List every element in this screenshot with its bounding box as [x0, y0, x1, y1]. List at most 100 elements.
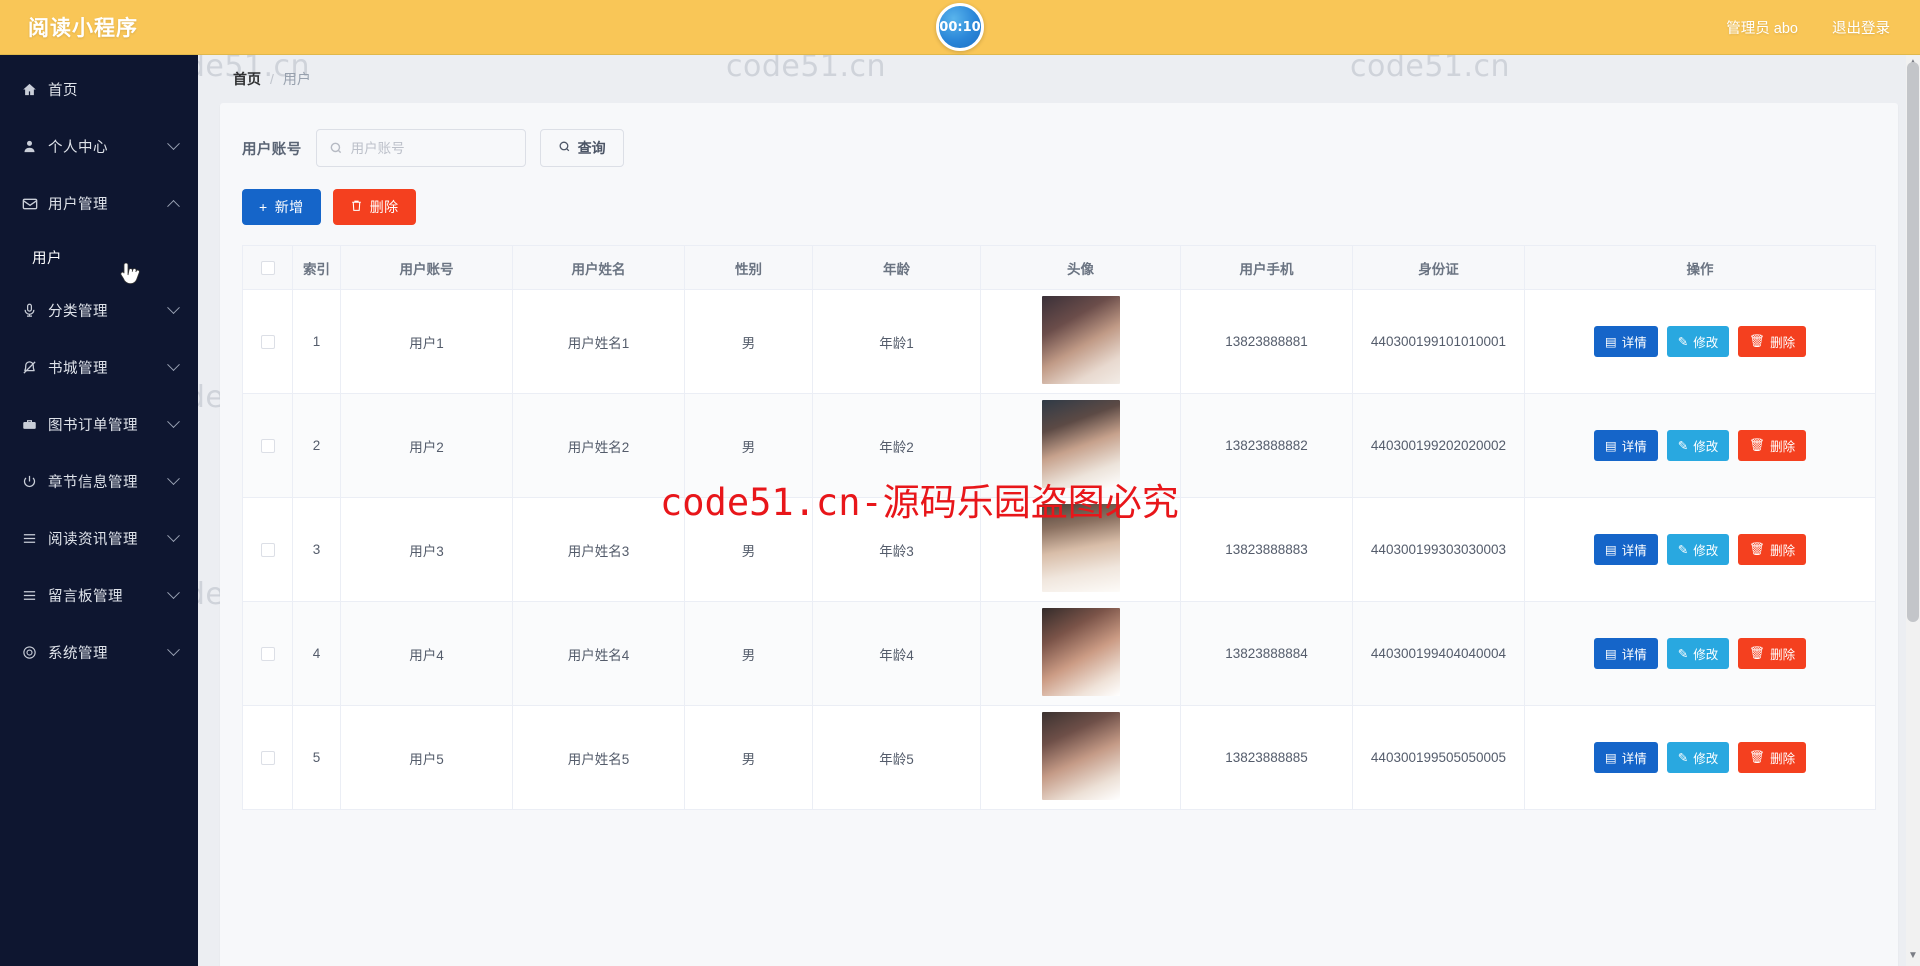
table-row[interactable]: 5 用户5 用户姓名5 男 年龄5 13823888885 4403001995…: [242, 705, 1876, 810]
row-checkbox[interactable]: [260, 751, 275, 766]
sidebar-item-label: 分类管理: [48, 304, 108, 320]
sidebar-item-bookstore-management[interactable]: 书城管理: [0, 339, 198, 396]
row-delete-button[interactable]: 🗑 删除: [1738, 742, 1807, 773]
cell-avatar: [980, 601, 1181, 706]
search-input[interactable]: [350, 140, 513, 156]
avatar[interactable]: [1041, 608, 1120, 696]
logout-button[interactable]: 退出登录: [1832, 17, 1890, 38]
cell-name: 用户姓名3: [512, 497, 685, 602]
cell-name: 用户姓名2: [512, 393, 685, 498]
edit-button[interactable]: ✎ 修改: [1666, 638, 1730, 669]
add-button-label: 新增: [274, 199, 304, 215]
list-icon: [22, 588, 44, 603]
cell-gender: 男: [684, 289, 813, 394]
avatar[interactable]: [1041, 712, 1120, 800]
cell-idcard: 440300199505050005: [1352, 705, 1525, 810]
detail-button[interactable]: ▤ 详情: [1593, 742, 1658, 773]
timer-badge[interactable]: 00:10: [936, 3, 984, 51]
row-delete-button[interactable]: 🗑 删除: [1738, 534, 1807, 565]
chevron-down-icon: [166, 529, 180, 546]
sidebar-item-user-management[interactable]: 用户管理: [0, 175, 198, 232]
edit-button[interactable]: ✎ 修改: [1666, 430, 1730, 461]
operation-buttons: ▤ 详情 ✎ 修改 🗑 删除: [1529, 742, 1871, 773]
cell-account: 用户5: [340, 705, 513, 810]
edit-button[interactable]: ✎ 修改: [1666, 742, 1730, 773]
cell-avatar: [980, 705, 1181, 810]
operation-buttons: ▤ 详情 ✎ 修改 🗑 删除: [1529, 534, 1871, 565]
sidebar-item-reading-news-management[interactable]: 阅读资讯管理: [0, 510, 198, 567]
row-delete-button[interactable]: 🗑 删除: [1738, 326, 1807, 357]
row-delete-button[interactable]: 🗑 删除: [1738, 638, 1807, 669]
sidebar-item-category-management[interactable]: 分类管理: [0, 282, 198, 339]
table-row[interactable]: 2 用户2 用户姓名2 男 年龄2 13823888882 4403001992…: [242, 393, 1876, 498]
vertical-scrollbar-thumb[interactable]: [1907, 62, 1919, 622]
row-select-cell: [242, 393, 293, 498]
cell-age: 年龄3: [812, 497, 981, 602]
operation-buttons: ▤ 详情 ✎ 修改 🗑 删除: [1529, 326, 1871, 357]
sidebar-item-system-management[interactable]: 系统管理: [0, 624, 198, 681]
table-row[interactable]: 3 用户3 用户姓名3 男 年龄3 13823888883 4403001993…: [242, 497, 1876, 602]
sidebar-item-home[interactable]: 首页: [0, 61, 198, 118]
sidebar-item-book-order-management[interactable]: 图书订单管理: [0, 396, 198, 453]
cell-index: 2: [292, 393, 341, 498]
sidebar-item-chapter-info-management[interactable]: 章节信息管理: [0, 453, 198, 510]
avatar[interactable]: [1041, 296, 1120, 384]
detail-button[interactable]: ▤ 详情: [1593, 638, 1658, 669]
row-select-cell: [242, 601, 293, 706]
avatar[interactable]: [1041, 504, 1120, 592]
row-checkbox[interactable]: [260, 335, 275, 350]
search-icon: [329, 141, 343, 155]
detail-button[interactable]: ▤ 详情: [1593, 430, 1658, 461]
detail-button[interactable]: ▤ 详情: [1593, 534, 1658, 565]
chevron-down-icon: [166, 301, 180, 318]
detail-button-label: 详情: [1621, 440, 1647, 454]
cell-operations: ▤ 详情 ✎ 修改 🗑 删除: [1524, 497, 1876, 602]
cell-account: 用户2: [340, 393, 513, 498]
edit-button[interactable]: ✎ 修改: [1666, 326, 1730, 357]
breadcrumb-home[interactable]: 首页: [233, 69, 261, 89]
sidebar-item-message-board-management[interactable]: 留言板管理: [0, 567, 198, 624]
cell-age: 年龄4: [812, 601, 981, 706]
table-row[interactable]: 4 用户4 用户姓名4 男 年龄4 13823888884 4403001994…: [242, 601, 1876, 706]
admin-name-label[interactable]: 管理员 abo: [1726, 17, 1798, 38]
edit-button-label: 修改: [1693, 752, 1719, 766]
sidebar-item-personal-center[interactable]: 个人中心: [0, 118, 198, 175]
pencil-icon: ✎: [1677, 335, 1689, 349]
row-select-cell: [242, 497, 293, 602]
operation-buttons: ▤ 详情 ✎ 修改 🗑 删除: [1529, 638, 1871, 669]
row-checkbox[interactable]: [260, 439, 275, 454]
row-checkbox[interactable]: [260, 647, 275, 662]
sidebar-item-label: 系统管理: [48, 646, 108, 662]
detail-button-label: 详情: [1621, 336, 1647, 350]
detail-button[interactable]: ▤ 详情: [1593, 326, 1658, 357]
cell-index: 5: [292, 705, 341, 810]
cell-name: 用户姓名4: [512, 601, 685, 706]
plus-icon: +: [259, 199, 268, 215]
cell-avatar: [980, 393, 1181, 498]
row-delete-button[interactable]: 🗑 删除: [1738, 430, 1807, 461]
operation-buttons: ▤ 详情 ✎ 修改 🗑 删除: [1529, 430, 1871, 461]
trash-icon: 🗑: [1749, 542, 1766, 556]
pencil-icon: ✎: [1677, 439, 1689, 453]
add-button[interactable]: + 新增: [242, 189, 321, 225]
cell-gender: 男: [684, 601, 813, 706]
cell-index: 4: [292, 601, 341, 706]
select-all-checkbox[interactable]: [260, 261, 275, 276]
edit-button[interactable]: ✎ 修改: [1666, 534, 1730, 565]
chevron-down-icon: [166, 415, 180, 432]
row-checkbox[interactable]: [260, 543, 275, 558]
list-icon: [22, 531, 44, 546]
scroll-down-arrow-icon[interactable]: ▼: [1907, 950, 1919, 964]
sidebar-subitem-user[interactable]: 用户: [0, 232, 198, 282]
detail-button-label: 详情: [1621, 752, 1647, 766]
query-button[interactable]: 查询: [539, 129, 624, 167]
table-head: 索引 用户账号 用户姓名 性别 年龄 头像 用户手机 身份证 操作: [242, 245, 1876, 290]
cell-avatar: [980, 289, 1181, 394]
table-row[interactable]: 1 用户1 用户姓名1 男 年龄1 13823888881 4403001991…: [242, 289, 1876, 394]
edit-button-label: 修改: [1693, 648, 1719, 662]
col-account: 用户账号: [340, 245, 513, 290]
timer-badge-label: 00:10: [939, 19, 981, 35]
avatar[interactable]: [1041, 400, 1120, 488]
search-input-wrapper[interactable]: [315, 129, 526, 167]
delete-button[interactable]: 删除: [332, 189, 416, 225]
